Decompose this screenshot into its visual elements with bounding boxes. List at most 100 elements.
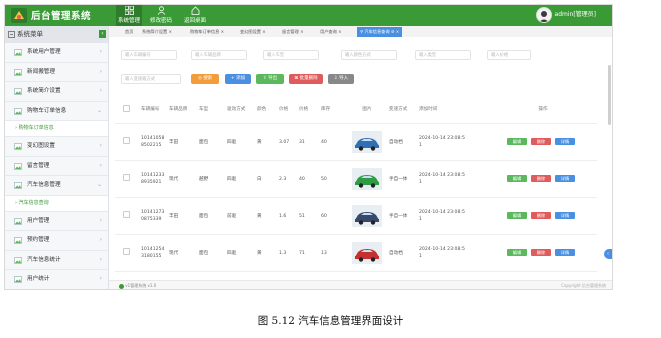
cell-stock: 13: [321, 234, 345, 272]
edit-button[interactable]: 编辑: [507, 175, 527, 182]
cell-actions: 编辑 删除 详情: [489, 123, 597, 161]
row-checkbox[interactable]: [115, 123, 141, 161]
chevron-right-icon: ›: [99, 142, 102, 149]
tab-user-query[interactable]: 用户查询 ×: [317, 27, 345, 37]
sidebar-item[interactable]: 用户管理 ›: [5, 211, 108, 231]
edit-button[interactable]: 编辑: [507, 138, 527, 145]
cell-time: 2024-10-14 23:08:5 1: [419, 123, 489, 161]
tab-carousel[interactable]: 变幻图设置 ×: [237, 27, 269, 37]
time-line: 1: [419, 217, 422, 222]
detail-button[interactable]: 详情: [555, 212, 575, 219]
sidebar-item-label: 变幻图设置: [27, 143, 55, 149]
tab-messages[interactable]: 留言管理 ×: [279, 27, 307, 37]
user-name[interactable]: admin[管理员]: [555, 9, 596, 18]
cell-color: 黄: [257, 234, 279, 272]
transmission-input[interactable]: 输入变速箱方式: [121, 74, 181, 84]
delete-button[interactable]: 删除: [531, 249, 551, 256]
picture-icon: [14, 182, 22, 189]
nav-change-password[interactable]: 修改密码: [148, 6, 174, 24]
select-all-checkbox[interactable]: [115, 95, 141, 124]
row-checkbox[interactable]: [115, 160, 141, 198]
footer-left: v1管理系统 v1.0: [119, 281, 157, 289]
detail-button[interactable]: 详情: [555, 138, 575, 145]
sidebar-subitem[interactable]: › 购物车订单信息: [5, 121, 108, 137]
add-button[interactable]: + 添加: [225, 74, 251, 84]
export-icon: ⇧: [262, 76, 267, 81]
color-input[interactable]: 输入颜色方式: [341, 50, 397, 60]
figure-caption: 图 5.12 汽车信息管理界面设计: [257, 315, 404, 327]
chevron-left-icon[interactable]: ‹: [99, 30, 106, 38]
sidebar-item[interactable]: 汽车信息统计 ›: [5, 250, 108, 270]
export-button[interactable]: ⇧ 导出: [256, 74, 284, 84]
tab-cart-orders[interactable]: 购物车订单信息 ×: [187, 27, 227, 37]
col-header: 操作: [489, 95, 597, 124]
status-dot-icon: [119, 283, 124, 289]
cell-time: 2024-10-14 23:08:5 1: [419, 197, 489, 235]
avatar[interactable]: [536, 7, 552, 23]
nav-back-desktop[interactable]: 返回桌面: [182, 6, 208, 24]
home-icon: [191, 6, 199, 15]
sidebar-item-label: 汽车信息统计: [27, 256, 61, 263]
col-header: 价格: [299, 95, 321, 124]
sidebar-item[interactable]: 汽车信息管理 ⌄: [5, 176, 108, 196]
cell-time: 2024-10-14 23:08:5 1: [419, 234, 489, 272]
delete-button[interactable]: 删除: [531, 138, 551, 145]
time-line: 2024-10-14 23:08:5: [419, 136, 465, 141]
tab-home[interactable]: 首页: [122, 27, 136, 37]
sidebar-item[interactable]: 系统简介设置 ›: [5, 82, 108, 102]
price-input[interactable]: 输入价格: [487, 50, 531, 60]
sidebar-title: 系统菜单: [17, 30, 43, 38]
sidebar-item[interactable]: 购物车订单信息 ⌄: [5, 101, 108, 121]
top-bar: 后台管理系统 系统管理 修改密码 返回桌面 admin[管理员]: [5, 5, 612, 26]
sidebar-menu: 系统用户管理 › 新闻搬管理 › 系统简介设置 › 购物车订单信息 ⌄ › 购物车订单信息 变幻图…: [5, 43, 108, 289]
cell-image: [345, 160, 389, 198]
import-icon: ⇩: [333, 76, 338, 81]
sidebar-item-label: 用户管理: [27, 217, 50, 224]
cell-actions: 编辑 删除 详情: [489, 234, 597, 272]
sidebar-item[interactable]: 系统用户管理 ›: [5, 43, 108, 63]
detail-button[interactable]: 详情: [555, 249, 575, 256]
sidebar-item[interactable]: 留言管理 ›: [5, 156, 108, 176]
chevron-down-icon: ⌄: [96, 181, 102, 188]
sidebar-item[interactable]: 新闻搬管理 ›: [5, 62, 108, 82]
search-button[interactable]: ◎ 搜索: [191, 74, 219, 84]
col-header: 颜色: [257, 95, 279, 124]
cell-price2: 31: [299, 123, 321, 161]
model-input[interactable]: 输入车型: [263, 50, 319, 60]
sidebar-item-label: 用户统计: [27, 276, 50, 282]
tab-car-query[interactable]: ⚲ 汽车信息查询 ⊘ ×: [357, 27, 403, 37]
detail-button[interactable]: 详情: [555, 175, 575, 182]
chevron-left-icon[interactable]: ‹: [604, 249, 612, 259]
picture-icon: [14, 88, 22, 95]
picture-icon: [14, 217, 22, 225]
sidebar-item[interactable]: 预约管理 ›: [5, 231, 108, 251]
picture-icon: [14, 143, 22, 150]
row-checkbox[interactable]: [115, 197, 141, 235]
vehicle-no-input[interactable]: 输入车辆编号: [121, 50, 177, 60]
row-checkbox[interactable]: [115, 234, 141, 272]
edit-button[interactable]: 编辑: [507, 249, 527, 256]
col-header: 变速方式: [389, 95, 419, 124]
sidebar-subitem[interactable]: › 汽车信息查询: [5, 195, 108, 212]
sidebar-item[interactable]: 用户统计 ›: [5, 270, 108, 289]
vertical-scrollbar[interactable]: [608, 65, 611, 125]
type-input[interactable]: 输入类型: [415, 50, 471, 60]
import-button[interactable]: ⇩ 导入: [328, 74, 354, 84]
tab-system-intro[interactable]: 系统简介设置 ×: [139, 27, 175, 37]
navy-car-thumbnail: [352, 205, 382, 227]
sidebar-item[interactable]: 变幻图设置 ›: [5, 137, 108, 157]
cell-price: 2.3: [279, 160, 299, 198]
batch-delete-button[interactable]: ⊠ 批量删除: [289, 74, 323, 84]
col-header: 车辆编号: [141, 95, 169, 124]
cell-color: 黄: [257, 197, 279, 235]
main-content: 输入车辆编号 输入车辆品牌 输入车型 输入颜色方式 输入类型 输入价格 输入变速…: [109, 37, 612, 289]
col-header: 价格: [279, 95, 299, 124]
nav-system-manage[interactable]: 系统管理: [116, 5, 142, 26]
edit-button[interactable]: 编辑: [507, 212, 527, 219]
brand-input[interactable]: 输入车辆品牌: [191, 50, 247, 60]
delete-button[interactable]: 删除: [531, 212, 551, 219]
footer-version: v1管理系统 v1.0: [125, 283, 157, 288]
nav-label: 返回桌面: [183, 18, 206, 24]
delete-button[interactable]: 删除: [531, 175, 551, 182]
blue-car-thumbnail: [352, 131, 382, 153]
